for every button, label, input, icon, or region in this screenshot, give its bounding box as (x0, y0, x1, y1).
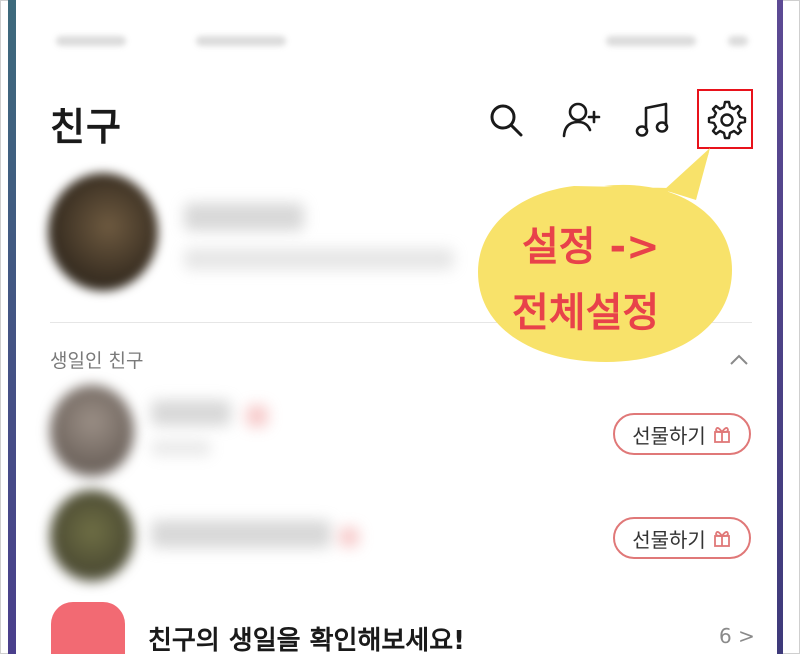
add-friend-icon[interactable] (561, 100, 601, 140)
my-profile-name (184, 203, 304, 231)
gift-button-label: 선물하기 (632, 527, 706, 552)
gift-icon (713, 531, 730, 547)
status-bar (16, 28, 777, 58)
birthday-banner-text[interactable]: 친구의 생일을 확인해보세요! (148, 620, 465, 654)
gift-icon (713, 427, 730, 443)
birthday-friend-status (151, 440, 211, 456)
birthday-friend-name (151, 520, 331, 548)
my-profile-status (184, 248, 454, 270)
gift-button-label: 선물하기 (632, 423, 706, 448)
gift-button[interactable]: 선물하기 (613, 517, 751, 559)
left-edge-bar (8, 0, 16, 654)
my-profile-avatar[interactable] (48, 173, 158, 291)
birthday-friend-name (151, 400, 231, 426)
friends-screen: 친구 생일인 친구 선물하기 선물하기 설정 -> 전체설정 친구의 생일을 확… (16, 0, 777, 654)
annotation-line-2: 전체설정 (512, 290, 660, 336)
page-title: 친구 (50, 105, 122, 149)
right-edge-bar (777, 0, 783, 654)
search-icon[interactable] (486, 100, 526, 140)
annotation-line-1: 설정 -> (522, 224, 660, 270)
birthday-section-label: 생일인 친구 (50, 350, 144, 372)
cake-badge-icon (339, 527, 359, 547)
calendar-icon (51, 602, 125, 654)
cake-badge-icon (246, 405, 268, 427)
birthday-friend-avatar[interactable] (50, 385, 134, 477)
birthday-banner-count[interactable]: 6 > (719, 624, 755, 648)
birthday-friend-avatar[interactable] (50, 490, 134, 582)
music-icon[interactable] (634, 100, 674, 140)
gift-button[interactable]: 선물하기 (613, 413, 751, 455)
